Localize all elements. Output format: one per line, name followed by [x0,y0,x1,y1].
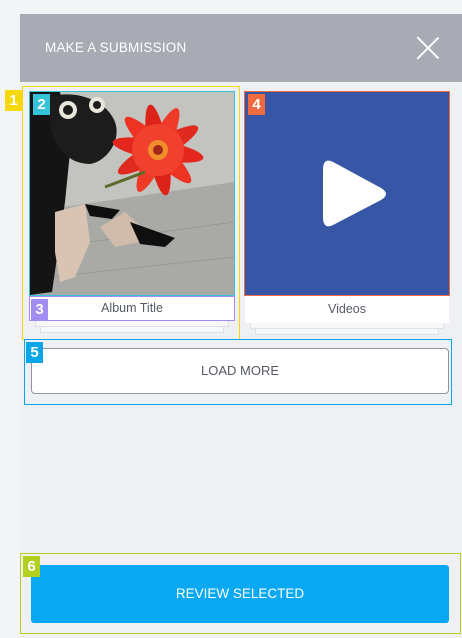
videos-tile[interactable]: Videos [245,92,449,335]
annotation-badge-6: 6 [23,556,40,577]
play-icon [323,160,386,227]
annotation-badge-2: 2 [33,94,50,115]
videos-stack-shadow-2 [255,329,439,335]
album-caption: Album Title [30,295,234,321]
review-selected-button[interactable]: REVIEW SELECTED [31,565,449,623]
close-icon[interactable] [416,36,440,60]
annotation-badge-4: 4 [248,94,265,115]
album-thumbnail [30,92,234,295]
modal-header: MAKE A SUBMISSION [20,14,462,82]
album-tile[interactable]: Album Title [30,92,234,333]
annotation-badge-3: 3 [31,299,48,320]
annotation-badge-5: 5 [26,342,43,363]
modal-title: MAKE A SUBMISSION [45,40,187,55]
load-more-button[interactable]: LOAD MORE [31,348,449,394]
video-thumbnail [245,92,449,295]
album-stack-shadow-2 [40,327,224,333]
annotation-badge-1: 1 [5,90,22,111]
videos-caption: Videos [245,295,449,323]
